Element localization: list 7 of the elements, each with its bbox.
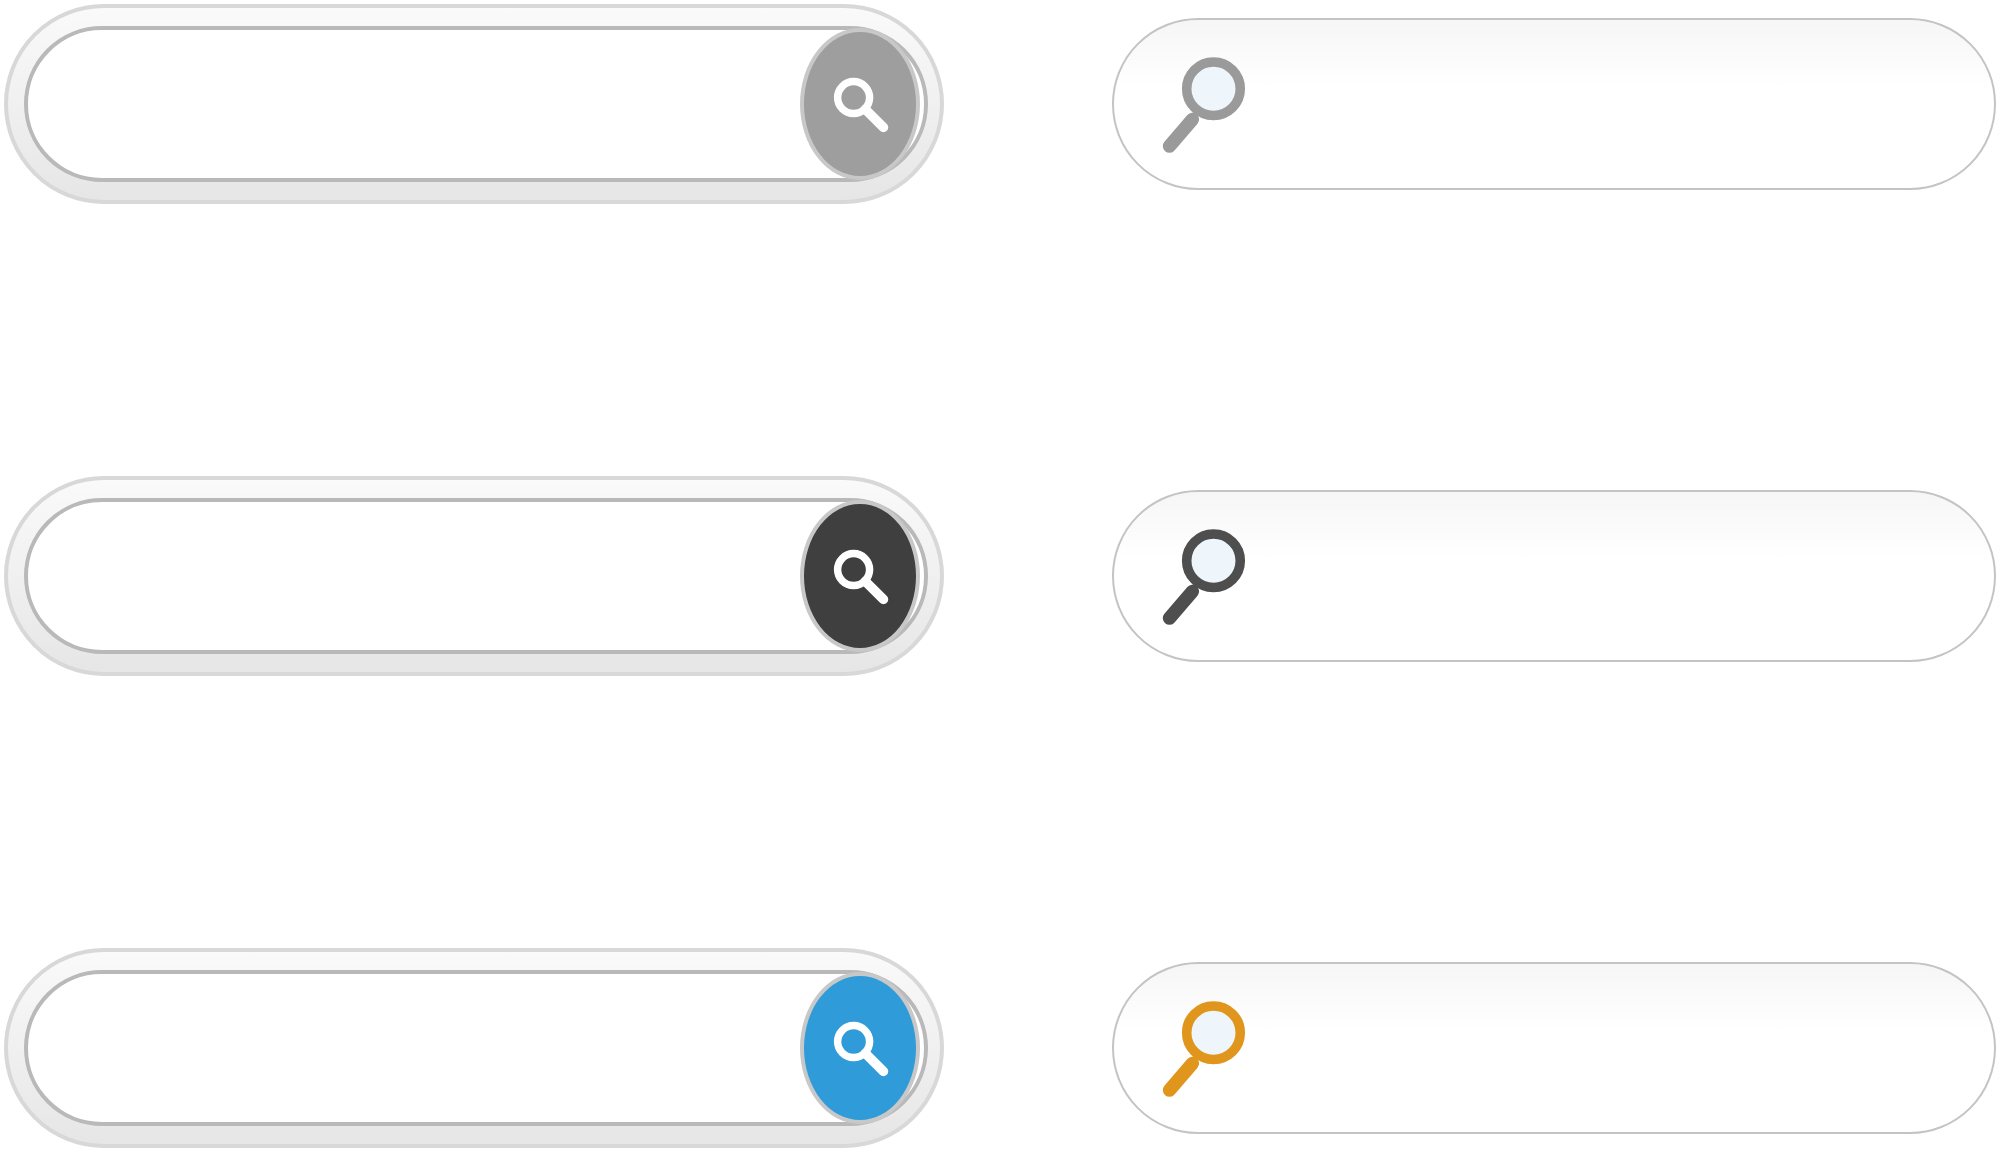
- search-icon: [828, 72, 892, 136]
- search-icon: [828, 1016, 892, 1080]
- search-field[interactable]: [24, 498, 928, 654]
- search-icon: [828, 544, 892, 608]
- search-field[interactable]: [24, 970, 928, 1126]
- search-button[interactable]: [800, 500, 920, 652]
- search-field[interactable]: [24, 26, 928, 182]
